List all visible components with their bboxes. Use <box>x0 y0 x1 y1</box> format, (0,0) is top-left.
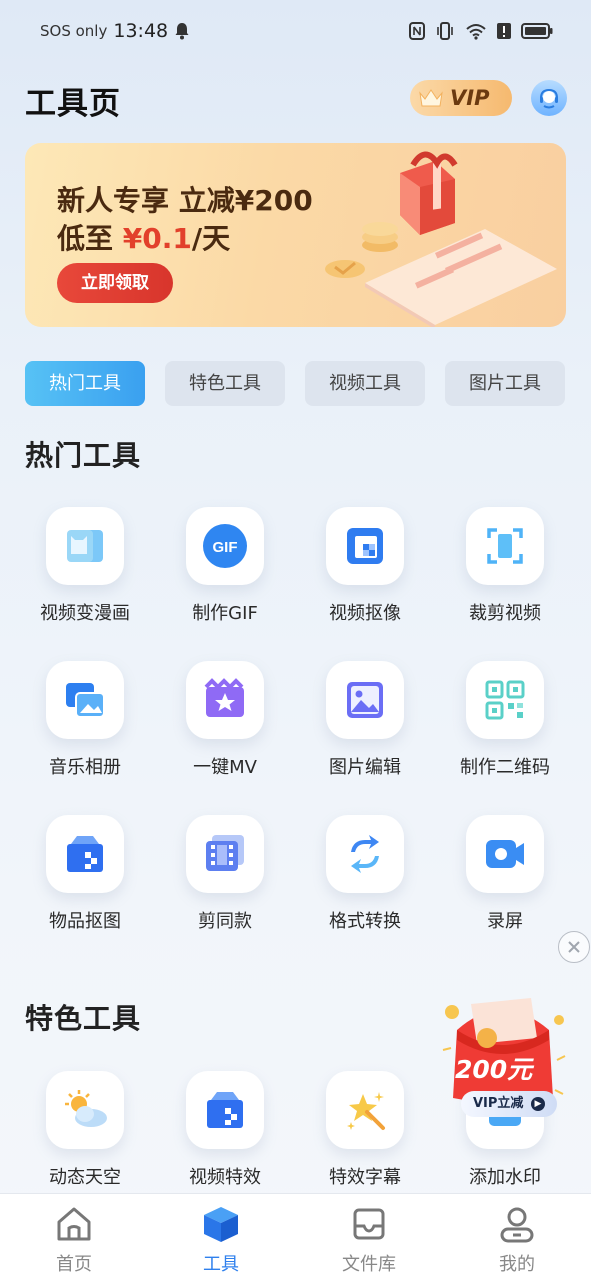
tab-video-tools[interactable]: 视频工具 <box>305 361 425 406</box>
tool-label: 剪同款 <box>198 911 252 932</box>
music-album-icon <box>66 683 105 718</box>
banner-price: ¥0.1 <box>122 222 192 255</box>
arrow-right-icon: ▶ <box>530 1096 545 1111</box>
promo-amount: 200元 <box>455 1055 533 1084</box>
profile-icon <box>500 1207 534 1243</box>
vip-button[interactable]: VIP <box>410 80 512 116</box>
dynamic-sky-icon <box>65 1090 107 1127</box>
crown-icon <box>419 89 443 107</box>
close-icon <box>568 941 580 953</box>
carrier-status: SOS only <box>40 22 108 40</box>
crop-video-icon <box>487 528 523 564</box>
tab-hot-tools[interactable]: 热门工具 <box>25 361 145 406</box>
tool-make-qr-code[interactable]: 制作二维码 <box>435 661 575 791</box>
tool-label: 物品抠图 <box>49 911 121 932</box>
battery-icon <box>521 23 553 39</box>
tool-label: 制作二维码 <box>460 757 550 778</box>
file-library-icon <box>353 1208 385 1240</box>
tool-label: 录屏 <box>487 911 523 932</box>
video-effect-icon <box>207 1092 243 1128</box>
tool-dynamic-sky[interactable]: 动态天空 <box>15 1071 155 1201</box>
vibrate-icon <box>437 22 453 40</box>
category-tabs: 热门工具 特色工具 视频工具 图片工具 <box>25 361 566 406</box>
tool-template-edit[interactable]: 剪同款 <box>155 815 295 945</box>
tools-cube-icon <box>204 1207 238 1242</box>
tool-video-to-comic[interactable]: 视频变漫画 <box>15 507 155 637</box>
tool-label: 音乐相册 <box>49 757 121 778</box>
tool-label: 动态天空 <box>49 1167 121 1188</box>
claim-button[interactable]: 立即领取 <box>57 263 173 303</box>
tab-feature-tools[interactable]: 特色工具 <box>165 361 285 406</box>
screen-record-icon <box>486 840 524 868</box>
page-title: 工具页 <box>25 86 121 122</box>
video-matting-icon <box>347 528 383 564</box>
tool-label: 格式转换 <box>329 911 401 932</box>
tool-screen-record[interactable]: 录屏 <box>435 815 575 945</box>
object-cutout-icon <box>67 836 103 872</box>
tool-video-effect[interactable]: 视频特效 <box>155 1071 295 1201</box>
nav-home[interactable]: 首页 <box>24 1204 124 1276</box>
customer-service-button[interactable] <box>531 80 567 116</box>
status-bar: SOS only 13:48 <box>0 14 591 52</box>
video-to-comic-icon <box>67 530 103 562</box>
gift-coupon-illustration <box>325 151 557 327</box>
banner-headline: 新人专享 立减¥200 <box>57 184 313 217</box>
nav-label: 文件库 <box>342 1254 396 1275</box>
vip-label: VIP <box>450 86 490 110</box>
tool-label: 一键MV <box>193 757 257 778</box>
tool-video-matting[interactable]: 视频抠像 <box>295 507 435 637</box>
nav-label: 工具 <box>203 1254 239 1275</box>
tool-format-convert[interactable]: 格式转换 <box>295 815 435 945</box>
headset-icon <box>540 88 558 109</box>
tab-image-tools[interactable]: 图片工具 <box>445 361 565 406</box>
promo-banner[interactable]: 新人专享 立减¥200 低至 ¥0.1/天 立即领取 <box>25 143 566 327</box>
format-convert-icon <box>351 835 379 873</box>
qr-code-icon <box>485 680 525 720</box>
banner-subline: 低至 ¥0.1/天 <box>57 222 231 255</box>
home-icon <box>57 1207 91 1241</box>
tool-label: 图片编辑 <box>329 757 401 778</box>
tool-crop-video[interactable]: 裁剪视频 <box>435 507 575 637</box>
vip-discount-promo[interactable]: 200元 VIP立减 ▶ <box>427 990 577 1120</box>
nav-label: 首页 <box>56 1254 92 1275</box>
close-promo-button[interactable] <box>558 931 590 963</box>
tool-label: 裁剪视频 <box>469 603 541 624</box>
tool-label: 添加水印 <box>469 1167 541 1188</box>
bell-icon <box>175 23 189 40</box>
promo-pill-label: VIP立减 <box>473 1096 524 1111</box>
tool-label: 制作GIF <box>192 603 258 624</box>
hot-tools-heading: 热门工具 <box>25 439 142 472</box>
promo-pill[interactable]: VIP立减 ▶ <box>461 1091 557 1117</box>
wifi-icon <box>466 24 486 40</box>
tool-effect-subtitle[interactable]: 特效字幕 <box>295 1071 435 1201</box>
nav-file-library[interactable]: 文件库 <box>319 1204 419 1276</box>
nav-label: 我的 <box>499 1254 535 1275</box>
tool-one-click-mv[interactable]: 一键MV <box>155 661 295 791</box>
tool-label: 视频特效 <box>189 1167 261 1188</box>
feature-tools-heading: 特色工具 <box>25 1002 142 1035</box>
tool-music-album[interactable]: 音乐相册 <box>15 661 155 791</box>
alert-icon <box>497 23 511 39</box>
tool-object-cutout[interactable]: 物品抠图 <box>15 815 155 945</box>
tool-make-gif[interactable]: GIF 制作GIF <box>155 507 295 637</box>
image-edit-icon <box>347 682 383 718</box>
clock: 13:48 <box>113 20 169 42</box>
nav-tools[interactable]: 工具 <box>171 1204 271 1276</box>
gif-icon: GIF <box>203 524 247 568</box>
tool-image-edit[interactable]: 图片编辑 <box>295 661 435 791</box>
tool-label: 视频抠像 <box>329 603 401 624</box>
nfc-icon <box>409 22 425 40</box>
tool-label: 特效字幕 <box>329 1167 401 1188</box>
nav-profile[interactable]: 我的 <box>467 1204 567 1276</box>
effect-subtitle-icon <box>347 1092 385 1130</box>
tool-label: 视频变漫画 <box>40 603 130 624</box>
mv-icon <box>204 678 244 717</box>
template-edit-icon <box>206 835 244 871</box>
bottom-nav: 首页 工具 文件库 我的 <box>0 1193 591 1280</box>
svg-text:GIF: GIF <box>213 539 238 556</box>
